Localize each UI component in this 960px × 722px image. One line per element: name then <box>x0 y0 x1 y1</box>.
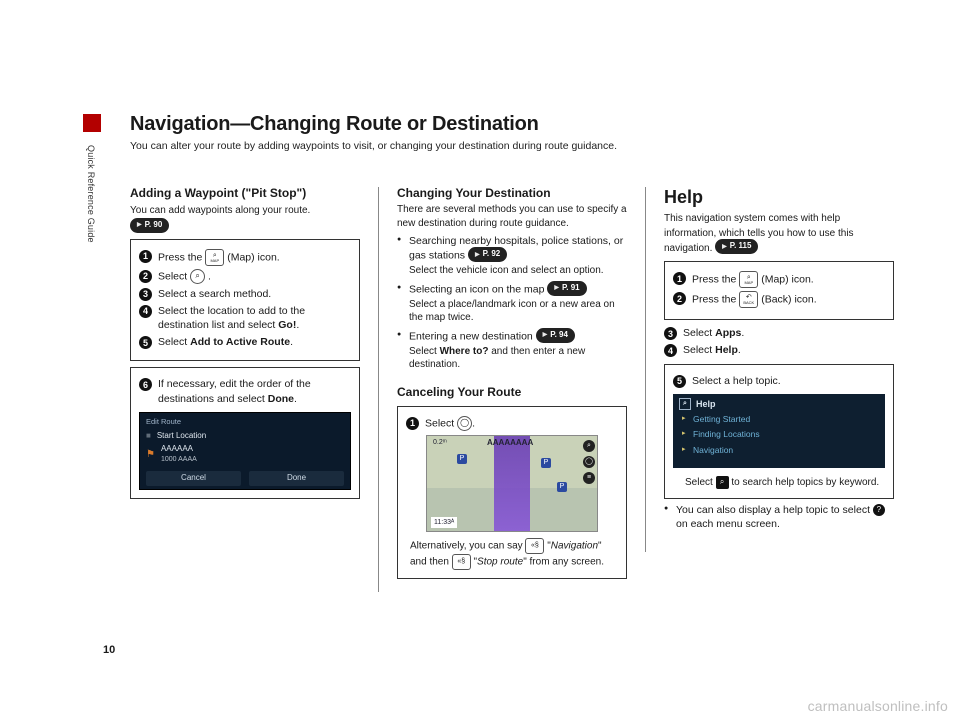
step-4: 4 Select the location to add to the dest… <box>139 304 351 332</box>
step-number-icon: 4 <box>664 344 677 357</box>
search-icon: ⌕ <box>716 476 729 489</box>
page-ref-pill: P. 90 <box>130 218 169 233</box>
edit-route-screenshot: Edit Route ■Start Location ⚑ AAAAAA 1000… <box>139 412 351 490</box>
map-eta: 11:33ᴬ <box>431 517 457 528</box>
step-number-icon: 6 <box>139 378 152 391</box>
help-tail-bullets: You can also display a help topic to sel… <box>664 503 894 531</box>
step-number-icon: 3 <box>139 288 152 301</box>
map-destination: AAAAAAAA <box>487 438 533 449</box>
step-5: 5 Select Add to Active Route. <box>139 335 351 349</box>
help-menu-item: Finding Locations <box>679 427 879 442</box>
screenshot-done-button: Done <box>249 471 344 486</box>
cancel-step-1: 1 Select ◯. <box>406 416 618 431</box>
section-color-tab <box>83 114 101 132</box>
map-route-line <box>494 436 530 531</box>
screenshot-start-row: ■Start Location <box>146 431 344 442</box>
side-section-label: Quick Reference Guide <box>86 145 96 243</box>
cancel-route-heading: Canceling Your Route <box>397 384 627 400</box>
step-3: 3 Select a search method. <box>139 287 351 301</box>
help-step-3: 3 Select Apps. <box>664 326 894 340</box>
question-icon: ? <box>873 504 885 516</box>
help-step-4: 4 Select Help. <box>664 343 894 357</box>
step-number-icon: 1 <box>673 272 686 285</box>
cancel-alt-note: Alternatively, you can say «§ "Navigatio… <box>406 538 618 570</box>
back-button-icon: ↶ BACK <box>739 291 758 308</box>
map-search-icon: ⌕ <box>583 440 595 452</box>
page-number: 10 <box>103 644 115 656</box>
map-distance: 0.2ᵐ <box>433 438 447 447</box>
screenshot-title: Edit Route <box>146 417 344 427</box>
map-button-icon: ⌕ MAP <box>739 271 758 288</box>
step-2: 2 Select ⌕ . <box>139 269 351 284</box>
bullet-new-dest: Entering a new destination P. 94 Select … <box>397 329 627 372</box>
col1-lead: You can add waypoints along your route. <box>130 205 310 216</box>
column-adding-waypoint: Adding a Waypoint ("Pit Stop") You can a… <box>130 185 360 642</box>
help-menu-item: Navigation <box>679 443 879 458</box>
page-subtitle: You can alter your route by adding waypo… <box>130 140 617 152</box>
stop-round-icon: ◯ <box>457 416 472 431</box>
step-6: 6 If necessary, edit the order of the de… <box>139 377 351 405</box>
step-number-icon: 2 <box>673 292 686 305</box>
col3-lead: This navigation system comes with help i… <box>664 213 854 253</box>
bullet-nearby: Searching nearby hospitals, police stati… <box>397 234 627 278</box>
help-search-icon: ⌕ <box>679 398 691 410</box>
column-changing-destination: Changing Your Destination There are seve… <box>397 185 627 642</box>
help-step-2: 2 Press the ↶ BACK (Back) icon. <box>673 291 885 308</box>
bullet-map-icon: Selecting an icon on the map P. 91 Selec… <box>397 282 627 325</box>
page-ref-pill: P. 92 <box>468 247 507 262</box>
step-1: 1 Press the ⌕ MAP (Map) icon. <box>139 249 351 266</box>
map-poi-icon: P <box>457 454 467 464</box>
help-menu-screenshot: ⌕Help Getting Started Finding Locations … <box>673 394 885 469</box>
help-box-1: 1 Press the ⌕ MAP (Map) icon. 2 <box>664 261 894 320</box>
col1-steps-box-1: 1 Press the ⌕ MAP (Map) icon. 2 <box>130 239 360 362</box>
col2-bullets: Searching nearby hospitals, police stati… <box>397 234 627 372</box>
help-step-1: 1 Press the ⌕ MAP (Map) icon. <box>673 271 885 288</box>
step-number-icon: 4 <box>139 305 152 318</box>
col1-heading: Adding a Waypoint ("Pit Stop") <box>130 185 360 201</box>
map-layers-icon: ≡ <box>583 472 595 484</box>
help-menu-item: Getting Started <box>679 412 879 427</box>
help-step-5: 5 Select a help topic. <box>673 374 885 388</box>
manual-page: Quick Reference Guide Navigation—Changin… <box>0 0 960 722</box>
help-tail-note: You can also display a help topic to sel… <box>664 503 894 531</box>
col2-heading: Changing Your Destination <box>397 185 627 201</box>
voice-icon: «§ <box>452 554 471 570</box>
column-help: Help This navigation system comes with h… <box>664 185 894 642</box>
step-number-icon: 3 <box>664 327 677 340</box>
screenshot-dest-row: ⚑ AAAAAA 1000 AAAA <box>146 444 344 466</box>
flag-icon: ⚑ <box>146 448 155 462</box>
help-mid-steps: 3 Select Apps. 4 Select Help. <box>664 326 894 357</box>
col3-heading: Help <box>664 185 894 209</box>
help-search-note: Select ⌕ to search help topics by keywor… <box>673 476 885 490</box>
page-title: Navigation—Changing Route or Destination <box>130 113 539 136</box>
step-number-icon: 1 <box>406 417 419 430</box>
step-number-icon: 2 <box>139 270 152 283</box>
col1-steps-box-2: 6 If necessary, edit the order of the de… <box>130 367 360 499</box>
page-ref-pill: P. 94 <box>536 328 575 343</box>
map-poi-icon: P <box>541 458 551 468</box>
help-box-2: 5 Select a help topic. ⌕ Help Getting Sta… <box>664 364 894 499</box>
help-screenshot-title: Help <box>696 398 716 410</box>
screenshot-cancel-button: Cancel <box>146 471 241 486</box>
column-divider <box>378 187 379 592</box>
cancel-route-box: 1 Select ◯. 0.2ᵐ AAAAAAAA P P P ⌕ ◯ ≡ <box>397 406 627 579</box>
step-number-icon: 5 <box>139 336 152 349</box>
search-round-icon: ⌕ <box>190 269 205 284</box>
step-number-icon: 5 <box>673 375 686 388</box>
map-screenshot: 0.2ᵐ AAAAAAAA P P P ⌕ ◯ ≡ 11:33ᴬ <box>426 435 598 532</box>
page-ref-pill: P. 115 <box>715 239 758 254</box>
col2-lead: There are several methods you can use to… <box>397 203 627 230</box>
map-poi-icon: P <box>557 482 567 492</box>
step-number-icon: 1 <box>139 250 152 263</box>
content-columns: Adding a Waypoint ("Pit Stop") You can a… <box>130 185 870 642</box>
column-divider <box>645 187 646 552</box>
map-stop-icon: ◯ <box>583 456 595 468</box>
map-button-icon: ⌕ MAP <box>205 249 224 266</box>
watermark: carmanualsonline.info <box>808 698 948 714</box>
voice-icon: «§ <box>525 538 544 554</box>
page-ref-pill: P. 91 <box>547 281 586 296</box>
